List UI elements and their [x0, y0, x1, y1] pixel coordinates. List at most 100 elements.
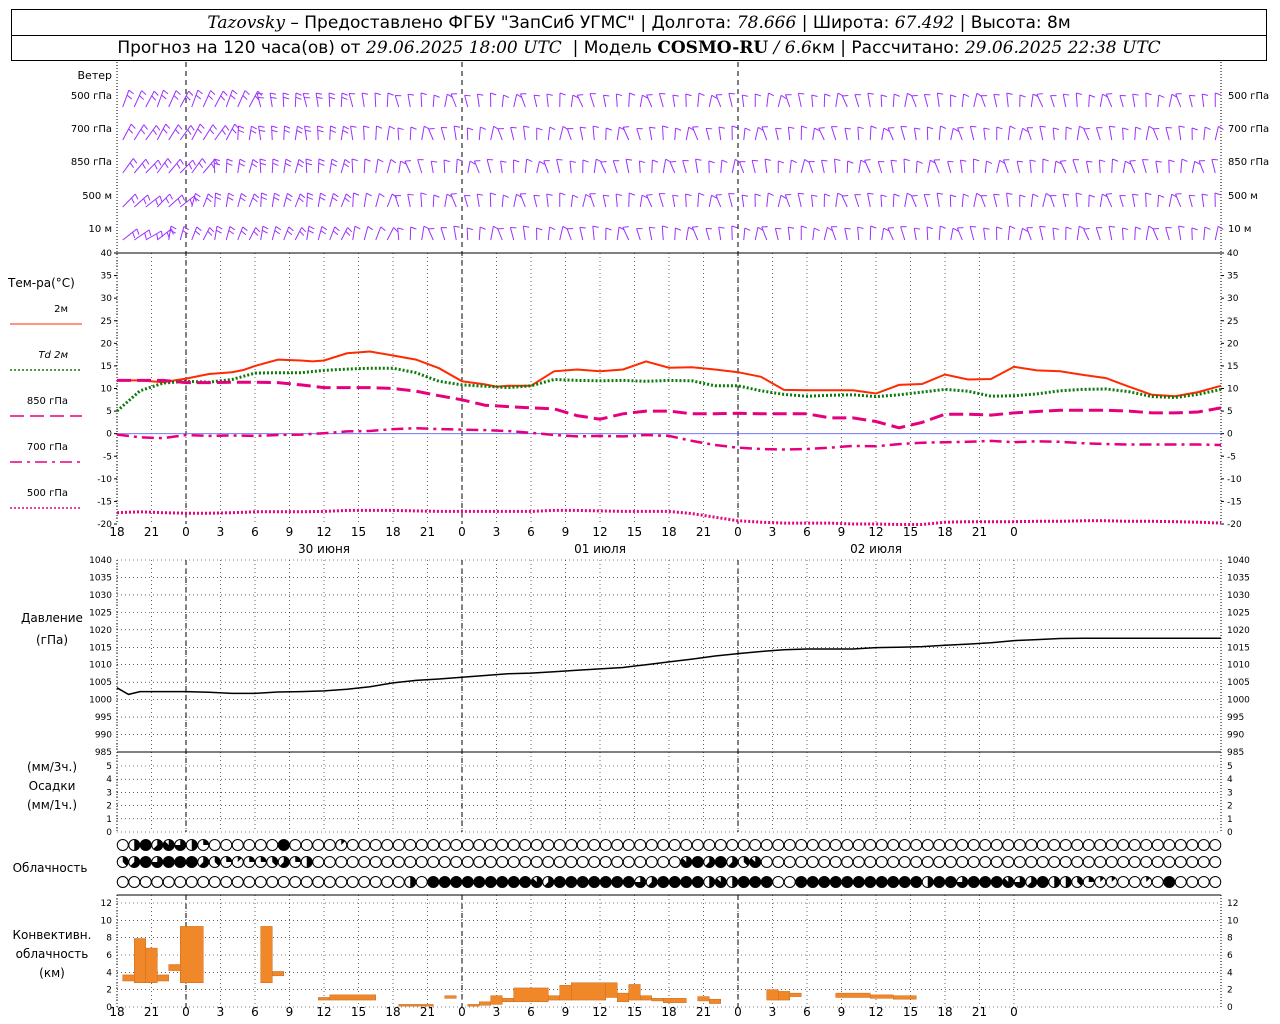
- wind-barb-shaft: [672, 195, 676, 208]
- wind-level-label-left: 850 гПа: [71, 157, 112, 168]
- pres-y-tick-left: 1010: [89, 661, 112, 671]
- cloud-octa-circle: [151, 876, 164, 888]
- wind-barb-feather: [731, 225, 738, 229]
- cloud-octa-circle: [381, 839, 394, 851]
- wind-title: Ветер: [78, 69, 112, 82]
- wind-barb-feather: [453, 225, 460, 228]
- wind-barb-feather: [490, 192, 497, 196]
- wind-barb-shaft: [463, 195, 469, 208]
- wind-barb-shaft: [1076, 126, 1080, 141]
- cloud-octa-circle: [323, 856, 336, 868]
- wind-barb-shaft: [168, 124, 179, 141]
- wind-barb-shaft: [420, 92, 423, 108]
- wind-barb-feather: [361, 92, 369, 95]
- wind-barb-feather: [477, 93, 484, 96]
- wind-barb-shaft: [789, 160, 792, 174]
- wind-barb-shaft: [421, 126, 425, 141]
- cloud-octa-circle: [829, 856, 842, 868]
- cloud-octa-circle: [266, 839, 279, 851]
- temp-legend-label: 2м: [54, 304, 68, 315]
- wind-barb-feather: [197, 128, 203, 134]
- wind-barb-shaft: [214, 192, 216, 208]
- wind-barb-feather: [132, 158, 138, 164]
- wind-barb-shaft: [432, 94, 435, 108]
- cloud-octa-circle: [1094, 856, 1107, 868]
- wind-barb-shaft: [854, 94, 860, 108]
- wind-barb-feather: [837, 192, 844, 197]
- wind-barb-shaft: [1052, 228, 1055, 241]
- wind-barb-feather: [407, 193, 414, 196]
- wind-barb-shaft: [513, 194, 517, 208]
- wind-barb-feather: [297, 125, 303, 130]
- wind-barb-feather: [523, 225, 530, 228]
- wind-barb-feather: [197, 89, 203, 95]
- wind-barb-shaft: [260, 226, 264, 241]
- temp-y-tick-left: 10: [101, 385, 113, 395]
- cloud-octa-fill: [876, 876, 888, 888]
- wind-barb-shaft: [1119, 95, 1124, 108]
- cloud-octa-fill: [709, 876, 715, 888]
- wind-barb-shaft: [283, 226, 290, 241]
- precip-y-tick-right: 2: [1227, 802, 1233, 812]
- wind-barb-feather: [155, 199, 159, 206]
- wind-barb-shaft: [1006, 93, 1009, 108]
- wind-barb-shaft: [1039, 126, 1044, 141]
- cloud-octa-fill: [140, 839, 152, 851]
- cloud-octa-circle: [346, 839, 359, 851]
- wind-barb-feather: [165, 123, 171, 129]
- wind-barb-shaft: [800, 159, 806, 174]
- cloud-octa-fill: [979, 876, 991, 888]
- cloud-octa-circle: [542, 839, 555, 851]
- wind-barb-feather: [284, 129, 291, 133]
- wind-barb-feather: [1215, 92, 1222, 96]
- cloud-octa-circle: [657, 839, 670, 851]
- wind-barb-shaft: [622, 227, 630, 241]
- wind-barb-feather: [220, 95, 226, 101]
- wind-level-label-left: 700 гПа: [71, 124, 112, 135]
- wind-barb-shaft: [648, 227, 653, 241]
- cloud-octa-circle: [1163, 856, 1176, 868]
- wind-barb-shaft: [887, 227, 894, 241]
- wind-barb-shaft: [351, 158, 354, 174]
- wind-barb-feather: [341, 92, 348, 96]
- cloud-octa-circle: [910, 839, 923, 851]
- wind-barb-shaft: [430, 161, 434, 174]
- wind-barb-feather: [175, 128, 180, 135]
- cloud-octa-circle: [1151, 856, 1164, 868]
- cloud-octa-circle: [116, 839, 129, 851]
- wind-barb-feather: [510, 126, 517, 129]
- cloud-octa-fill: [174, 856, 186, 868]
- cloud-octa-circle: [657, 856, 670, 868]
- wind-barb-feather: [344, 197, 350, 203]
- wind-barb-shaft: [589, 93, 595, 108]
- conv-y-tick-left: 6: [106, 951, 112, 961]
- wind-barb-shaft: [225, 123, 236, 141]
- wind-barb-shaft: [386, 193, 393, 208]
- wind-barb-shaft: [168, 90, 177, 108]
- cloud-octa-circle: [565, 839, 578, 851]
- wind-barb-shaft: [1030, 94, 1034, 108]
- wind-barb-shaft: [993, 194, 998, 208]
- wind-barb-feather: [420, 192, 427, 196]
- wind-barb-shaft: [397, 127, 400, 141]
- wind-barb-shaft: [363, 125, 365, 141]
- wind-barb-shaft: [350, 126, 354, 141]
- wind-barb-feather: [282, 92, 289, 96]
- conv-y-tick-right: 0: [1227, 1003, 1233, 1013]
- wind-barb-feather: [605, 227, 612, 231]
- cloud-octa-circle: [599, 856, 612, 868]
- pres-y-tick-left: 1005: [89, 678, 112, 688]
- conv-y-tick-right: 10: [1227, 916, 1239, 926]
- wind-barb-shaft: [486, 159, 492, 174]
- wind-barb-shaft: [363, 193, 367, 208]
- wind-barb-feather: [698, 92, 705, 96]
- wind-barb-feather: [490, 92, 497, 96]
- wind-barb-feather: [333, 193, 339, 198]
- wind-barb-feather: [317, 125, 324, 129]
- wind-barb-shaft: [1039, 226, 1044, 241]
- wind-barb-shaft: [305, 158, 308, 174]
- conv-cloud-bar: [709, 998, 721, 1004]
- cloud-octa-fill: [163, 856, 175, 868]
- wind-barb-shaft: [1019, 228, 1023, 241]
- wind-barb-shaft: [811, 95, 814, 108]
